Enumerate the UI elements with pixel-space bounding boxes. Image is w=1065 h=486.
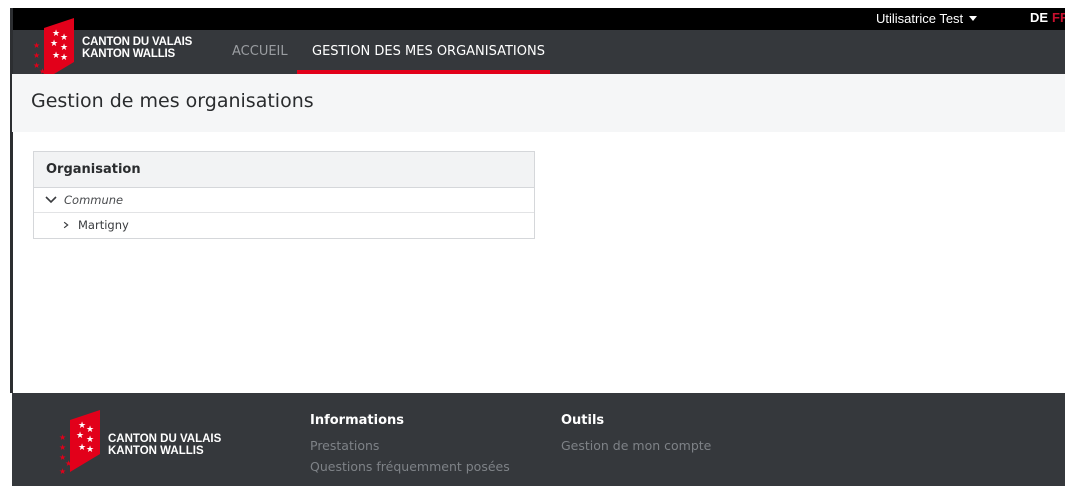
language-fr[interactable]: FR: [1052, 10, 1065, 25]
user-menu[interactable]: Utilisatrice Test: [876, 10, 978, 26]
svg-text:★: ★: [33, 51, 40, 60]
svg-text:★: ★: [59, 467, 66, 476]
caret-down-icon: [969, 16, 978, 21]
svg-text:★: ★: [86, 425, 94, 435]
svg-text:★: ★: [33, 41, 40, 50]
nav-accueil[interactable]: ACCUEIL: [232, 44, 288, 74]
page-title: Gestion de mes organisations: [31, 90, 314, 112]
organisation-table: Organisation Commune Martigny: [33, 151, 535, 239]
footer-link-gestion-compte[interactable]: Gestion de mon compte: [561, 438, 711, 453]
window-edge: [10, 8, 13, 393]
footer-logo-text: CANTON DU VALAIS KANTON WALLIS: [108, 433, 221, 457]
svg-text:★: ★: [60, 53, 68, 63]
header-logo-text: CANTON DU VALAIS KANTON WALLIS: [82, 36, 192, 60]
table-header: Organisation: [34, 152, 534, 188]
tree-row-commune[interactable]: Commune: [34, 188, 534, 213]
svg-text:★: ★: [50, 39, 58, 49]
svg-text:★: ★: [86, 435, 94, 445]
user-name: Utilisatrice Test: [876, 10, 964, 26]
footer-heading-informations: Informations: [310, 413, 405, 428]
canton-flag-icon: ★ ★ ★ ★ ★ ★ ★ ★ ★ ★ ★: [59, 410, 100, 476]
tree-row-label: Commune: [64, 193, 124, 207]
svg-text:★: ★: [78, 421, 86, 431]
svg-text:★: ★: [78, 443, 86, 453]
svg-text:★: ★: [59, 443, 66, 452]
footer-link-faq[interactable]: Questions fréquemment posées: [310, 459, 510, 474]
tree-row-martigny[interactable]: Martigny: [34, 213, 534, 237]
logo-line2: KANTON WALLIS: [108, 445, 204, 457]
logo-line1: CANTON DU VALAIS: [108, 433, 222, 445]
footer-link-prestations[interactable]: Prestations: [310, 438, 379, 453]
language-de[interactable]: DE: [1030, 10, 1048, 25]
svg-text:★: ★: [60, 43, 68, 53]
logo-line2: KANTON WALLIS: [82, 48, 176, 60]
svg-text:★: ★: [60, 33, 68, 43]
svg-text:★: ★: [52, 51, 60, 61]
tree-row-label: Martigny: [78, 218, 129, 232]
svg-text:★: ★: [59, 433, 66, 442]
svg-text:★: ★: [52, 29, 60, 39]
svg-text:★: ★: [76, 431, 84, 441]
chevron-down-icon[interactable]: [44, 195, 58, 205]
chevron-right-icon[interactable]: [62, 220, 72, 230]
footer-heading-outils: Outils: [561, 413, 605, 428]
logo-line1: CANTON DU VALAIS: [82, 36, 193, 48]
svg-text:★: ★: [86, 445, 94, 455]
